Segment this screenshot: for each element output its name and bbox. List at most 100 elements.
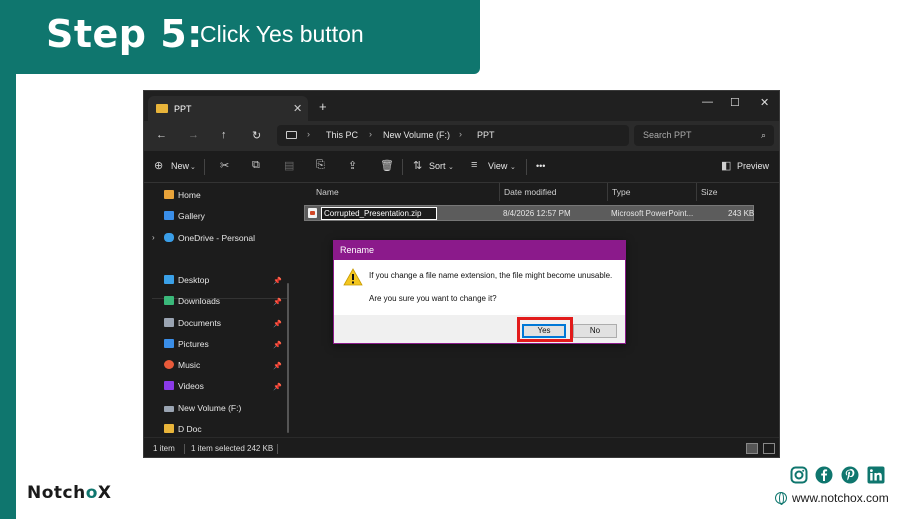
pinterest-icon[interactable] [841, 466, 859, 484]
divider [277, 444, 278, 454]
sidebar-item-desktop[interactable]: Desktop [164, 275, 209, 291]
powerpoint-file-icon [308, 208, 317, 218]
paste-icon[interactable]: ▤ [284, 159, 294, 172]
column-divider[interactable] [499, 183, 500, 201]
sidebar-scrollbar[interactable] [287, 283, 289, 433]
search-placeholder: Search PPT [643, 130, 692, 140]
sidebar-item-label: Music [178, 360, 201, 370]
back-button[interactable]: ← [156, 129, 167, 141]
divider [184, 444, 185, 454]
column-header-name[interactable]: Name [316, 187, 339, 197]
sidebar-item-label: OneDrive - Personal [178, 233, 256, 243]
preview-button[interactable]: Preview [737, 161, 769, 171]
breadcrumb-this-pc[interactable]: This PC [326, 130, 358, 140]
website-url: www.notchox.com [792, 491, 889, 505]
file-size: 243 KB [728, 209, 755, 218]
column-divider[interactable] [696, 183, 697, 201]
sidebar-item-gallery[interactable]: Gallery [164, 211, 205, 227]
sidebar-item-documents[interactable]: Documents [164, 318, 221, 334]
left-accent-strip [0, 0, 16, 519]
rename-field[interactable]: Corrupted_Presentation.zip [321, 207, 437, 220]
sidebar-item-onedrive[interactable]: OneDrive - Personal [164, 233, 255, 249]
chevron-down-icon: ⌄ [190, 164, 196, 171]
folder-icon [164, 424, 174, 433]
tab-ppt[interactable]: PPT ✕ [148, 96, 308, 121]
up-button[interactable]: ↑ [221, 129, 227, 141]
new-tab-button[interactable]: + [319, 99, 327, 114]
details-view-button[interactable] [746, 443, 758, 454]
tiles-view-button[interactable] [763, 443, 775, 454]
breadcrumb-ppt[interactable]: PPT [477, 130, 495, 140]
dialog-title-bar: Rename [334, 241, 625, 260]
yes-button-highlight [517, 317, 573, 342]
sidebar-item-label: Home [178, 190, 201, 200]
breadcrumb-separator: › [369, 129, 372, 139]
no-button[interactable]: No [573, 324, 617, 338]
sidebar-item-pictures[interactable]: Pictures [164, 339, 209, 355]
sidebar-item-downloads[interactable]: Downloads [164, 296, 220, 312]
breadcrumb-new-volume[interactable]: New Volume (F:) [383, 130, 450, 140]
search-input[interactable]: Search PPT ⌕ [634, 125, 774, 146]
pictures-icon [164, 339, 174, 348]
onedrive-icon [164, 233, 174, 242]
more-options-button[interactable]: ••• [536, 161, 545, 171]
column-divider[interactable] [607, 183, 608, 201]
maximize-button[interactable]: ☐ [730, 96, 740, 109]
rename-icon[interactable]: ⎘ [316, 159, 325, 172]
linkedin-icon[interactable] [867, 466, 885, 484]
sort-button[interactable]: Sort [429, 161, 446, 171]
address-row: ← → ↑ ↻ › This PC › New Volume (F:) › PP… [144, 121, 779, 151]
sidebar-item-label: Downloads [178, 296, 221, 306]
sidebar-item-home[interactable]: Home [164, 190, 201, 206]
sidebar-item-label: Videos [178, 381, 204, 391]
new-button[interactable]: New [171, 161, 189, 171]
warning-icon [343, 268, 363, 286]
chevron-down-icon: ⌄ [448, 164, 454, 171]
tab-close-icon[interactable]: ✕ [293, 102, 302, 115]
dialog-body: If you change a file name extension, the… [334, 260, 625, 315]
rename-dialog: Rename If you change a file name extensi… [333, 240, 626, 344]
music-icon [164, 360, 174, 369]
table-row[interactable]: Corrupted_Presentation.zip 8/4/2026 12:5… [304, 205, 754, 221]
copy-icon[interactable]: ⧉ [252, 159, 260, 172]
sidebar-item-label: Desktop [178, 275, 210, 285]
close-button[interactable]: ✕ [760, 96, 769, 109]
navigation-pane: Home Gallery › OneDrive - Personal Deskt… [144, 183, 294, 437]
sidebar-item-label: Pictures [178, 339, 209, 349]
forward-button[interactable]: → [188, 129, 199, 141]
address-bar[interactable]: › This PC › New Volume (F:) › PPT [277, 125, 629, 146]
minimize-button[interactable]: — [702, 96, 713, 108]
folder-icon [156, 104, 168, 113]
cut-icon[interactable]: ✂ [220, 159, 229, 172]
sidebar-item-music[interactable]: Music [164, 360, 200, 376]
pin-icon: 📌 [273, 299, 282, 306]
command-bar: ⊕ New ⌄ ✂ ⧉ ▤ ⎘ ⇪ 🗑 ⇅ Sort ⌄ ≡ View ⌄ ••… [144, 151, 779, 183]
dialog-question: Are you sure you want to change it? [369, 294, 497, 303]
facebook-icon[interactable] [815, 466, 833, 484]
logo-text-end: X [97, 483, 112, 503]
step-instruction: Click Yes button [200, 21, 364, 47]
column-header-size[interactable]: Size [701, 187, 718, 197]
home-icon [164, 190, 174, 199]
chevron-right-icon[interactable]: › [152, 233, 155, 242]
search-icon: ⌕ [760, 130, 766, 140]
tab-label: PPT [174, 104, 192, 114]
instagram-icon[interactable] [790, 466, 808, 484]
divider [526, 159, 527, 175]
column-header-date[interactable]: Date modified [504, 187, 556, 197]
share-icon[interactable]: ⇪ [348, 159, 357, 172]
delete-icon[interactable]: 🗑 [380, 159, 394, 172]
chevron-down-icon: ⌄ [510, 164, 516, 171]
refresh-button[interactable]: ↻ [252, 129, 261, 142]
pin-icon: 📌 [273, 363, 282, 370]
column-header-type[interactable]: Type [612, 187, 630, 197]
view-button[interactable]: View [488, 161, 507, 171]
website-link[interactable]: www.notchox.com [775, 491, 889, 505]
sidebar-item-videos[interactable]: Videos [164, 381, 204, 397]
documents-icon [164, 318, 174, 327]
pin-icon: 📌 [273, 342, 282, 349]
step-title: Step 5: [46, 12, 203, 56]
sidebar-item-new-volume[interactable]: New Volume (F:) [164, 403, 241, 419]
status-item-count: 1 item [153, 444, 175, 453]
sidebar-item-label: Gallery [178, 211, 205, 221]
